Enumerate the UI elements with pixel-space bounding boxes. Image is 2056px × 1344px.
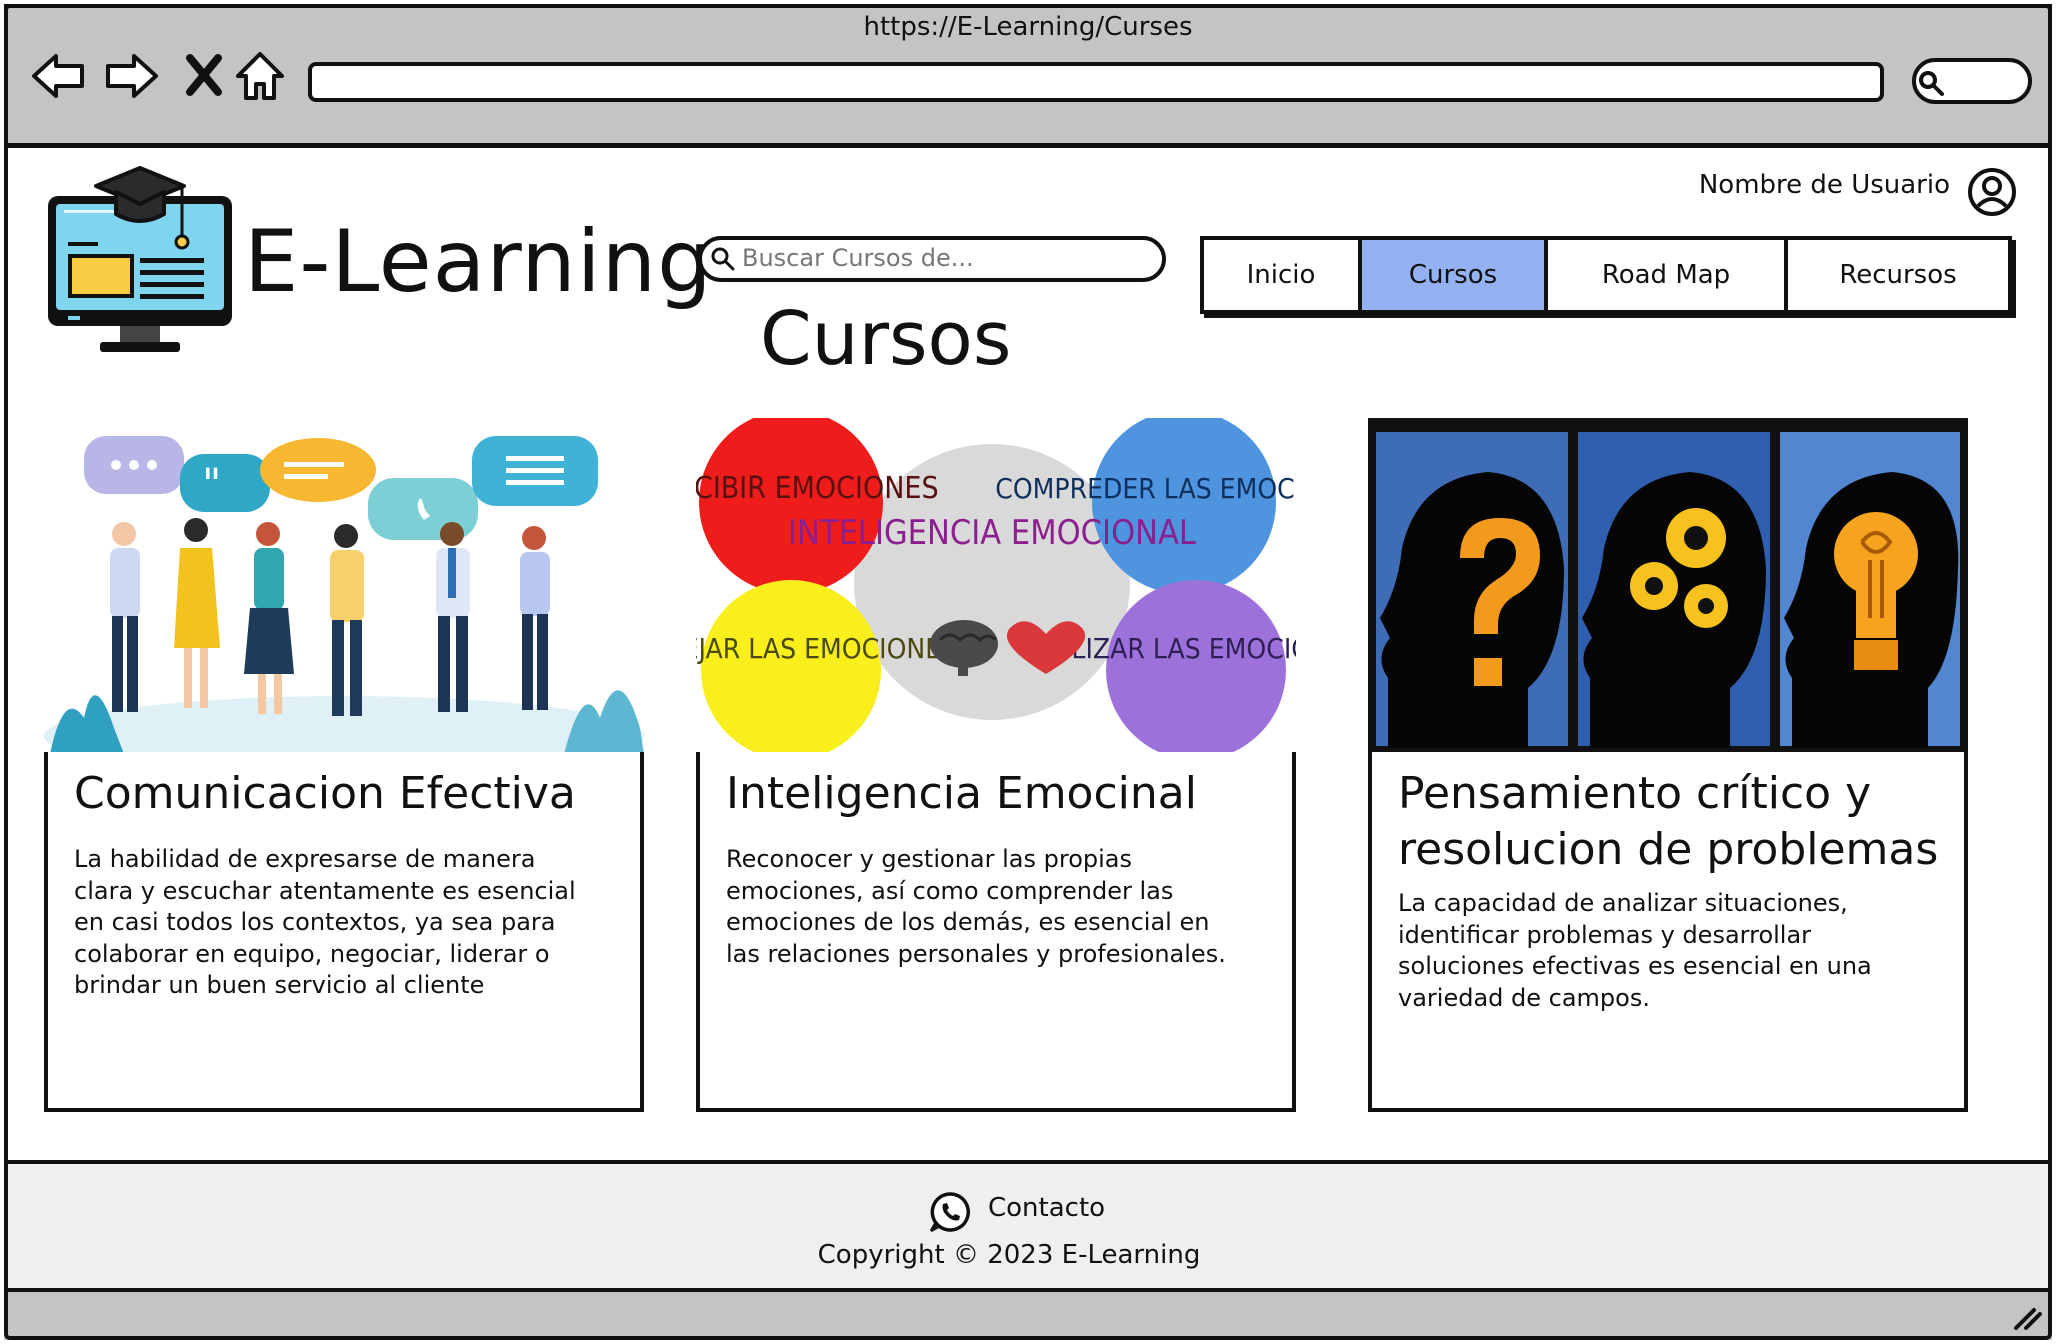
main-nav-tabs: Inicio Cursos Road Map Recursos xyxy=(1200,236,2012,314)
tab-recursos[interactable]: Recursos xyxy=(1788,240,2008,310)
course-description: La habilidad de expresarse de manera cla… xyxy=(74,845,576,999)
back-arrow-icon[interactable] xyxy=(30,48,86,104)
contact-link[interactable]: Contacto xyxy=(988,1193,1105,1223)
percibir-label: PERCIBIR EMOCIONES xyxy=(696,471,939,506)
address-bar[interactable] xyxy=(308,62,1884,102)
svg-text:MANEJAR LAS EMOCIONES: MANEJAR LAS EMOCIONES xyxy=(696,632,957,665)
browser-search-icon xyxy=(1919,71,1944,96)
footer xyxy=(4,1160,2052,1292)
copyright: Copyright © 2023 E-Learning xyxy=(817,1240,1201,1270)
page-title: Cursos xyxy=(760,296,1012,382)
svg-text:INTELIGENCIA EMOCIONAL: INTELIGENCIA EMOCIONAL xyxy=(788,513,1196,553)
course-image-comunicacion[interactable]: " xyxy=(44,418,644,754)
forward-arrow-icon[interactable] xyxy=(104,48,160,104)
course-title: Comunicacion Efectiva xyxy=(74,768,576,819)
inteligencia-center-label: INTELIGENCIA EMOCIONAL xyxy=(788,513,1196,553)
course-card-pensamiento[interactable]: Pensamiento crítico y resolucion de prob… xyxy=(1368,752,1968,1112)
close-icon[interactable] xyxy=(176,48,232,104)
whatsapp-icon[interactable] xyxy=(928,1190,972,1234)
manejar-label: MANEJAR LAS EMOCIONES xyxy=(696,632,957,665)
brand-name: E-Learning xyxy=(244,212,713,312)
course-search-input[interactable] xyxy=(742,240,1152,276)
course-card-comunicacion[interactable]: Comunicacion Efectiva La habilidad de ex… xyxy=(44,752,644,1112)
svg-text:COMPREDER LAS EMOCIONES: COMPREDER LAS EMOCIONES xyxy=(995,472,1296,505)
username[interactable]: Nombre de Usuario xyxy=(1682,170,1950,200)
course-title: Inteligencia Emocinal xyxy=(726,768,1197,819)
home-icon[interactable] xyxy=(232,48,288,104)
course-description: Reconocer y gestionar las propias emocio… xyxy=(726,845,1226,968)
tab-inicio[interactable]: Inicio xyxy=(1204,240,1362,310)
resize-handle-icon[interactable] xyxy=(2012,1306,2042,1330)
tab-road-map[interactable]: Road Map xyxy=(1548,240,1788,310)
user-avatar-icon[interactable] xyxy=(1966,166,2018,218)
svg-text:PERCIBIR EMOCIONES: PERCIBIR EMOCIONES xyxy=(696,471,939,506)
course-image-inteligencia[interactable]: INTELIGENCIA EMOCIONAL PERCIBIR EMOCIONE… xyxy=(696,418,1296,754)
search-icon xyxy=(711,247,735,271)
course-image-pensamiento[interactable] xyxy=(1368,418,1968,754)
status-bar xyxy=(4,1292,2052,1340)
e-learning-logo xyxy=(48,166,232,352)
course-description: La capacidad de analizar situaciones, id… xyxy=(1398,889,1872,1012)
course-title: Pensamiento crítico y resolucion de prob… xyxy=(1398,768,1939,875)
browser-url: https://E-Learning/Curses xyxy=(863,12,1193,42)
svg-text:": " xyxy=(202,459,221,508)
course-card-inteligencia[interactable]: Inteligencia Emocinal Reconocer y gestio… xyxy=(696,752,1296,1112)
comprender-label: COMPREDER LAS EMOCIONES xyxy=(995,472,1296,505)
tab-cursos[interactable]: Cursos xyxy=(1362,240,1548,310)
